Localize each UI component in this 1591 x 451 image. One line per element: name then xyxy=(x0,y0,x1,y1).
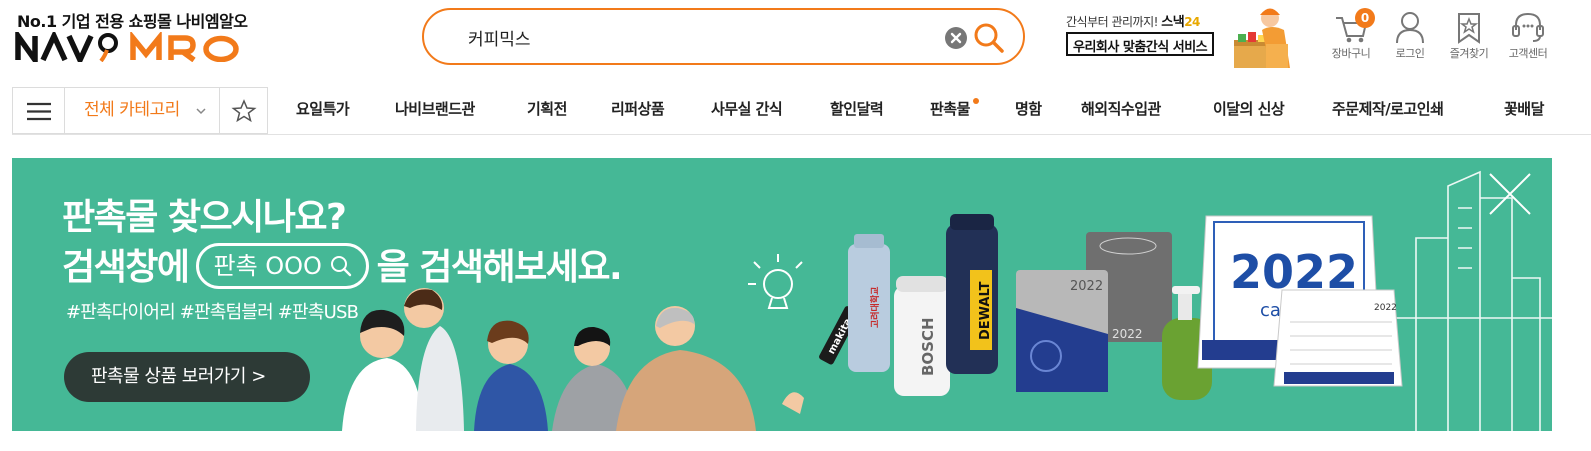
menu-button[interactable] xyxy=(12,87,64,134)
banner-subheadline: 검색창에 판촉 OOO 을 검색해보세요. xyxy=(62,238,623,290)
snack24-ad-text: 간식부터 관리까지! 스낵24 xyxy=(1066,15,1200,30)
logo-tagline: No.1 기업 전용 쇼핑몰 나비엠알오 xyxy=(17,12,248,31)
favorites-label: 즐겨찾기 xyxy=(1449,47,1489,60)
banner-headline: 판촉물 찾으시나요? xyxy=(62,197,347,238)
cart-count-badge: 0 xyxy=(1355,8,1375,28)
customer-center-button[interactable]: 고객센터 xyxy=(1502,8,1554,64)
close-icon xyxy=(1489,173,1531,215)
promo-banner[interactable]: makita 고려대학교 BOSCH DEWALT 2022 2022 2022… xyxy=(12,158,1552,431)
banner-search-pill-text: 판촉 OOO xyxy=(213,252,322,280)
search-bar xyxy=(422,8,1025,65)
banner-close-button[interactable] xyxy=(1486,170,1534,218)
nav-item-navi-brand[interactable]: 나비브랜드관 xyxy=(395,87,475,134)
favorites-button[interactable]: 즐겨찾기 xyxy=(1443,8,1495,64)
nav-item-office-snacks[interactable]: 사무실 간식 xyxy=(711,87,783,134)
main-nav: 전체 카테고리 요일특가 나비브랜드관 기획전 리퍼상품 사무실 간식 할인달력… xyxy=(12,87,1591,135)
banner-cta-button[interactable]: 판촉물 상품 보러가기 > xyxy=(64,352,310,402)
banner-subheadline-prefix: 검색창에 xyxy=(62,247,190,288)
hamburger-icon xyxy=(27,102,51,121)
clear-search-icon[interactable] xyxy=(945,27,967,49)
cart-label: 장바구니 xyxy=(1331,47,1371,60)
login-button[interactable]: 로그인 xyxy=(1384,8,1436,64)
nav-item-discount-calendar[interactable]: 할인달력 xyxy=(830,87,884,134)
nav-item-business-cards[interactable]: 명함 xyxy=(1015,87,1042,134)
bookmark-star-icon xyxy=(1458,13,1480,44)
favorite-star-button[interactable] xyxy=(220,87,268,134)
diary-back-year-text: 2022 xyxy=(1112,327,1143,341)
nav-item-new-arrivals[interactable]: 이달의 신상 xyxy=(1213,87,1285,134)
nav-item-overseas-import[interactable]: 해외직수입관 xyxy=(1081,87,1161,134)
bottle3-text: DEWALT xyxy=(978,281,993,340)
all-categories-label: 전체 카테고리 xyxy=(84,100,180,120)
all-categories-button[interactable]: 전체 카테고리 xyxy=(64,87,220,134)
banner-subheadline-suffix: 을 검색해보세요. xyxy=(376,247,623,288)
new-dot-indicator xyxy=(972,98,979,104)
banner-search-pill: 판촉 OOO xyxy=(196,243,369,289)
cart-button[interactable]: 0 장바구니 xyxy=(1325,8,1377,64)
banner-hashtags: #판촉다이어리 #판촉텀블러 #판촉USB xyxy=(66,302,359,323)
nav-item-exhibitions[interactable]: 기획전 xyxy=(527,87,567,134)
nav-item-custom-printing[interactable]: 주문제작/로고인쇄 xyxy=(1332,87,1444,134)
navimro-logo-icon xyxy=(15,32,239,62)
bottle2-text: BOSCH xyxy=(919,317,937,376)
nav-item-refurbished[interactable]: 리퍼상품 xyxy=(611,87,665,134)
chevron-down-icon xyxy=(195,88,207,152)
snack24-ad-label: 우리회사 맞춤간식 서비스 xyxy=(1066,32,1215,56)
snack24-ad[interactable]: 간식부터 관리까지! 스낵24 우리회사 맞춤간식 서비스 xyxy=(1064,8,1296,68)
nav-item-promotional-label: 판촉물 xyxy=(930,100,970,118)
search-input[interactable] xyxy=(468,22,928,52)
mini-calendar-year-text: 2022 xyxy=(1374,303,1397,313)
user-icon xyxy=(1396,12,1424,44)
search-icon[interactable] xyxy=(972,22,1006,54)
headset-icon xyxy=(1512,12,1544,42)
star-icon xyxy=(231,99,257,123)
search-icon xyxy=(330,256,351,277)
diary-year-text: 2022 xyxy=(1070,279,1103,294)
nav-item-weekday-deals[interactable]: 요일특가 xyxy=(296,87,350,134)
logo[interactable]: No.1 기업 전용 쇼핑몰 나비엠알오 xyxy=(15,6,275,64)
login-label: 로그인 xyxy=(1395,47,1425,60)
bottle1-text: 고려대학교 xyxy=(869,287,881,328)
customer-center-label: 고객센터 xyxy=(1508,47,1548,60)
nav-item-promotional[interactable]: 판촉물 xyxy=(930,87,979,134)
nav-item-flower-delivery[interactable]: 꽃배달 xyxy=(1504,87,1544,134)
delivery-person-illustration xyxy=(1234,8,1290,68)
